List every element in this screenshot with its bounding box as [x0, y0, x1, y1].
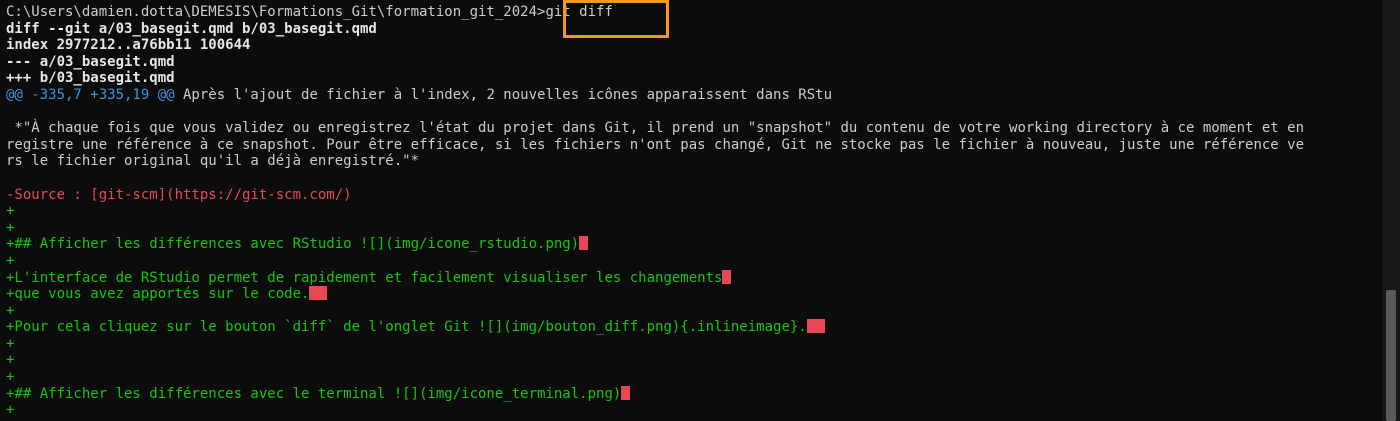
trailing-whitespace-marker [579, 236, 589, 251]
command-text: git diff [545, 4, 613, 20]
prompt-line: C:\Users\damien.dotta\DEMESIS\Formations… [6, 4, 1382, 21]
added-line: + [6, 252, 15, 269]
context-blank-line [6, 104, 1382, 121]
added-heading-rstudio: +## Afficher les différences avec RStudi… [6, 236, 580, 253]
prompt-path: C:\Users\damien.dotta\DEMESIS\Formations… [6, 4, 546, 20]
vertical-scrollbar[interactable] [1382, 0, 1400, 421]
added-line: +## Afficher les différences avec le ter… [6, 385, 1382, 403]
added-interface-text: +L'interface de RStudio permet de rapide… [6, 269, 723, 286]
added-line: + [6, 352, 15, 369]
hunk-context: Après l'ajout de fichier à l'index, 2 no… [174, 86, 833, 103]
scrollbar-thumb[interactable] [1386, 290, 1396, 421]
added-line: +que vous avez apportés sur le code. [6, 286, 1382, 303]
added-apportes-text: +que vous avez apportés sur le code. [6, 286, 310, 303]
diff-header-line: diff --git a/03_basegit.qmd b/03_basegit… [6, 20, 377, 37]
added-line: + [6, 335, 15, 352]
context-line: rs le fichier original qu'il a déjà enre… [6, 153, 420, 170]
diff-index-line: index 2977212..a76bb11 100644 [6, 37, 251, 54]
added-line: +L'interface de RStudio permet de rapide… [6, 269, 1382, 287]
added-line: + [6, 369, 15, 386]
hunk-header-line: @@ -335,7 +335,19 @@ Après l'ajout de fi… [6, 87, 1382, 104]
added-line: +## Afficher les différences avec RStudi… [6, 236, 1382, 253]
added-line: + [6, 219, 15, 236]
trailing-whitespace-marker [309, 286, 328, 301]
context-line: *"À chaque fois que vous validez ou enre… [6, 120, 1305, 137]
added-line: + [6, 203, 15, 220]
diff-old-file-line: --- a/03_basegit.qmd [6, 53, 175, 70]
removed-line: -Source : [git-scm](https://git-scm.com/… [6, 186, 352, 203]
trailing-whitespace-marker [621, 385, 631, 400]
added-line: + [6, 302, 15, 319]
added-line: + [6, 402, 15, 419]
terminal-window[interactable]: C:\Users\damien.dotta\DEMESIS\Formations… [0, 0, 1382, 421]
trailing-whitespace-marker [722, 269, 732, 284]
added-cliquez-text: +Pour cela cliquez sur le bouton `diff` … [6, 319, 807, 336]
context-line: registre une référence à ce snapshot. Po… [6, 136, 1305, 153]
context-blank-line [6, 170, 1382, 187]
trailing-whitespace-marker [806, 319, 825, 334]
added-heading-terminal: +## Afficher les différences avec le ter… [6, 385, 622, 402]
hunk-range: @@ -335,7 +335,19 @@ [6, 86, 175, 103]
diff-new-file-line: +++ b/03_basegit.qmd [6, 70, 175, 87]
added-line: +Pour cela cliquez sur le bouton `diff` … [6, 319, 1382, 336]
